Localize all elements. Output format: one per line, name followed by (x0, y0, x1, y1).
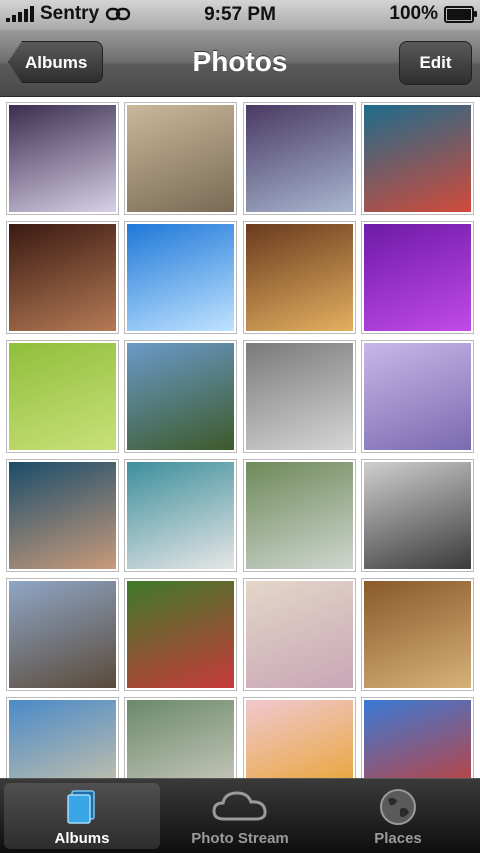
photo-thumbnail[interactable] (6, 578, 119, 691)
tab-photo-stream-label: Photo Stream (191, 830, 289, 847)
globe-icon (380, 789, 416, 825)
tab-places-label: Places (374, 830, 422, 847)
photo-thumbnail[interactable] (124, 697, 237, 778)
photo-thumbnail[interactable] (361, 697, 474, 778)
photo-thumbnail[interactable] (124, 340, 237, 453)
cloud-icon (212, 791, 267, 821)
tab-albums-label: Albums (54, 830, 110, 847)
tab-places[interactable]: Places (320, 783, 476, 849)
edit-button[interactable]: Edit (399, 41, 472, 85)
photo-thumbnail[interactable] (124, 578, 237, 691)
photo-thumbnail[interactable] (124, 102, 237, 215)
photo-thumbnail[interactable] (361, 102, 474, 215)
photo-thumbnail[interactable] (361, 459, 474, 572)
tab-photo-stream[interactable]: Photo Stream (162, 783, 318, 849)
status-bar: Sentry 9:57 PM 100% (0, 0, 480, 30)
photo-thumbnail[interactable] (6, 102, 119, 215)
photo-thumbnail[interactable] (361, 578, 474, 691)
photo-thumbnail[interactable] (243, 459, 356, 572)
battery-percent: 100% (389, 3, 438, 24)
photo-thumbnail[interactable] (243, 578, 356, 691)
battery-group: 100% (389, 3, 477, 25)
photo-thumbnail[interactable] (6, 697, 119, 778)
photo-thumbnail[interactable] (243, 697, 356, 778)
photo-grid (0, 97, 480, 778)
photo-thumbnail[interactable] (243, 221, 356, 334)
battery-icon (444, 5, 477, 23)
photo-thumbnail[interactable] (6, 221, 119, 334)
tab-bar: Albums Photo Stream Places (0, 778, 480, 853)
photo-thumbnail[interactable] (243, 102, 356, 215)
navigation-bar: Albums Photos Edit (0, 30, 480, 97)
photo-thumbnail[interactable] (124, 459, 237, 572)
photo-thumbnail[interactable] (361, 340, 474, 453)
photo-thumbnail[interactable] (6, 340, 119, 453)
photo-thumbnail[interactable] (124, 221, 237, 334)
tab-albums[interactable]: Albums (4, 783, 160, 849)
photo-thumbnail[interactable] (6, 459, 119, 572)
albums-icon (67, 790, 95, 824)
photo-thumbnail[interactable] (361, 221, 474, 334)
photo-thumbnail[interactable] (243, 340, 356, 453)
